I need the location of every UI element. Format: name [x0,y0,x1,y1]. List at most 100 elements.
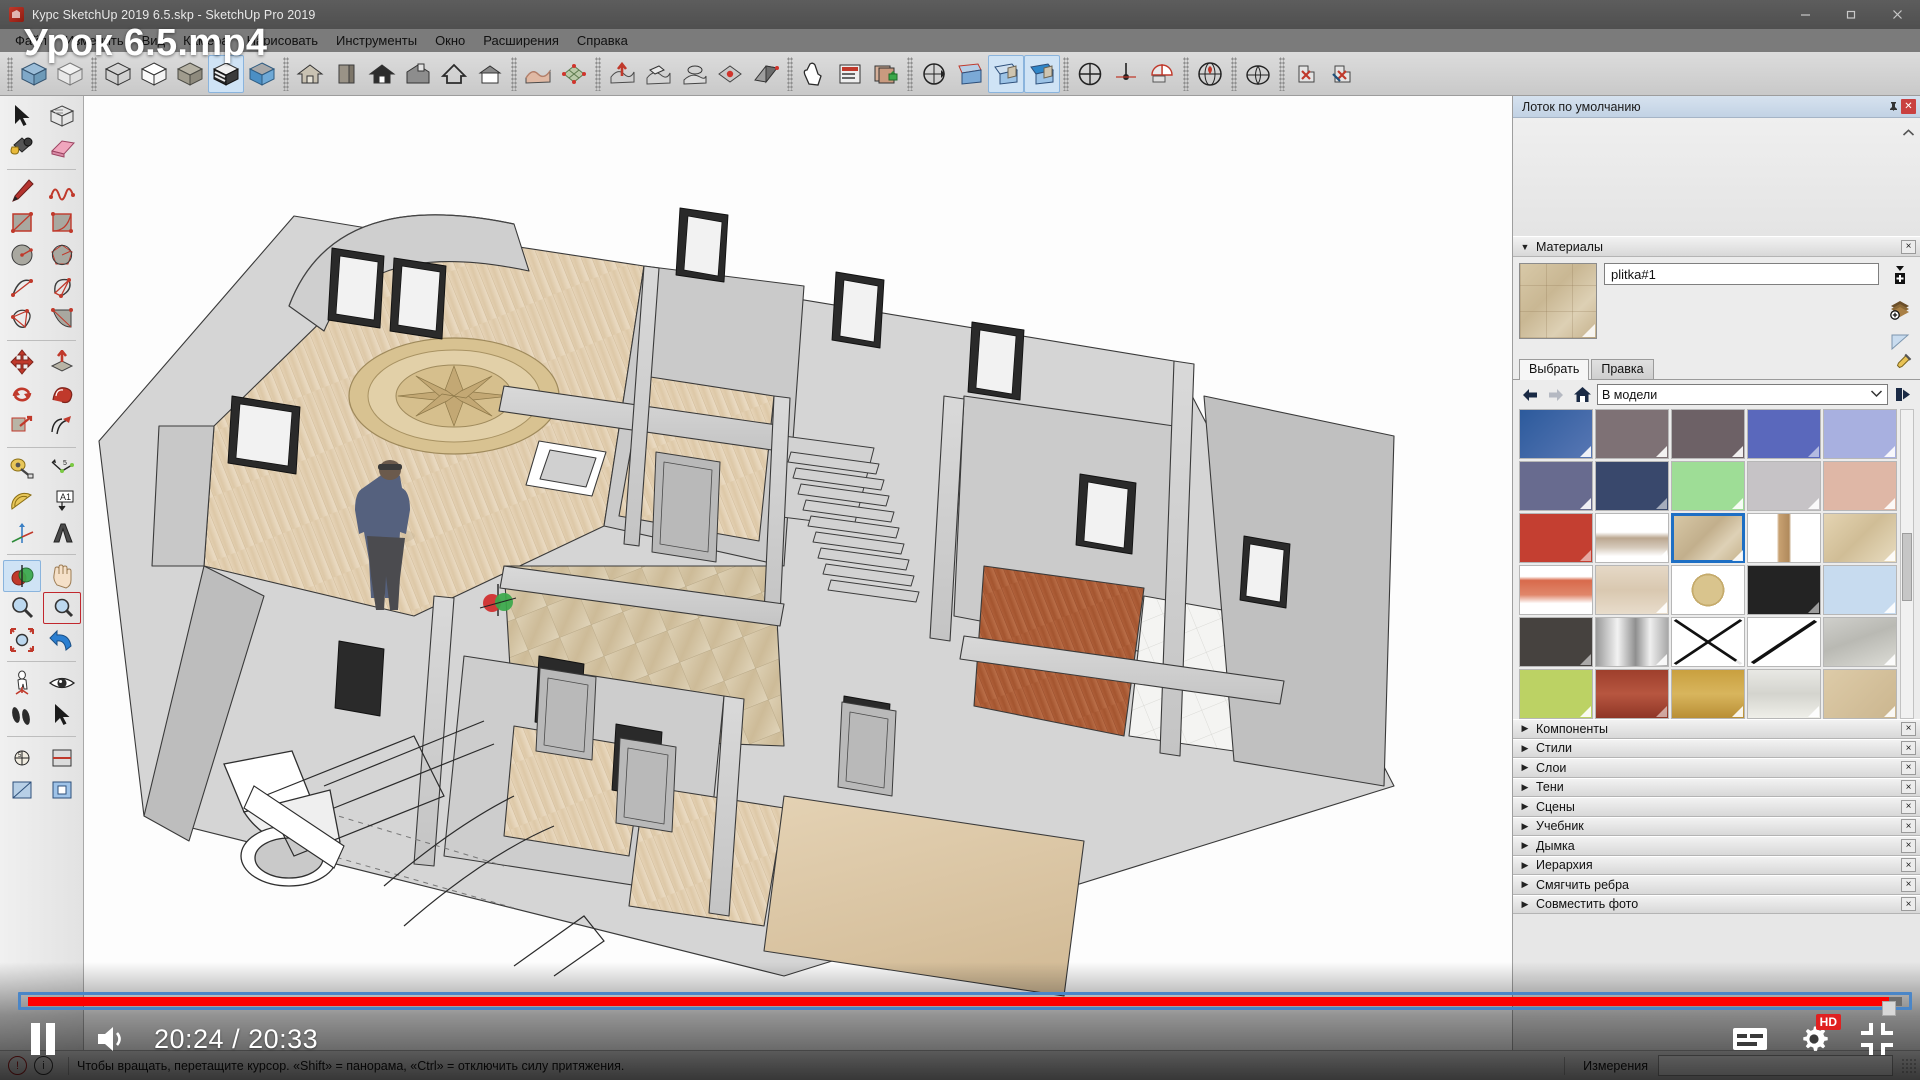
menu-item-7[interactable]: Окно [426,31,474,50]
display-section-planes-icon[interactable] [988,54,1024,93]
tray-panel-совместить-фото[interactable]: ▶ Совместить фото × [1513,894,1920,914]
material-swatch-charcoal[interactable] [1519,617,1593,667]
left-view-icon[interactable] [472,55,508,93]
toolbar-grip-5[interactable] [595,56,601,91]
material-swatch-light-green[interactable] [1671,461,1745,511]
3d-warehouse-icon[interactable] [1240,55,1276,93]
tray-panel-иерархия[interactable]: ▶ Иерархия × [1513,855,1920,875]
material-swatch-navy-blue[interactable] [1595,461,1669,511]
material-swatch-blue-gradient[interactable] [1519,409,1593,459]
panel-close-button[interactable]: × [1901,838,1916,853]
section-cut-icon[interactable] [43,742,81,774]
panel-close-button[interactable]: × [1901,799,1916,814]
polygon-icon[interactable] [43,239,81,271]
position-camera-person-icon[interactable] [3,667,41,699]
display-section-cuts-icon[interactable] [1024,54,1060,93]
tray-panel-дымка[interactable]: ▶ Дымка × [1513,836,1920,856]
panel-close-button[interactable]: × [1901,877,1916,892]
previous-view-icon[interactable] [43,624,81,656]
toolbar-grip-11[interactable] [1279,56,1285,91]
material-swatch-yellow-brick[interactable] [1671,669,1745,719]
eyedropper-icon[interactable] [1893,353,1912,377]
pie-icon[interactable] [43,303,81,335]
move-icon[interactable] [3,346,41,378]
north-tool-icon[interactable] [1108,55,1144,93]
material-swatch-brushed-metal[interactable] [1595,617,1669,667]
materials-panel-header[interactable]: ▼ Материалы × [1513,236,1920,257]
orbit-icon[interactable] [2,560,41,592]
drape-icon[interactable] [676,55,712,93]
arc-icon[interactable] [3,271,41,303]
pushpull-icon[interactable] [43,346,81,378]
material-swatch-diagonal-line[interactable] [1747,617,1821,667]
toolbar-grip-9[interactable] [1183,56,1189,91]
make-component-icon[interactable] [43,100,81,132]
material-swatch-dark-mauve[interactable] [1671,409,1745,459]
minimize-button[interactable] [1782,0,1828,29]
eraser-icon[interactable] [43,132,81,164]
scale-icon[interactable] [3,410,41,442]
top-view-icon[interactable] [364,55,400,93]
exit-fullscreen-button[interactable] [1860,1022,1894,1056]
material-swatch-cross-hatch[interactable] [1671,617,1745,667]
add-location-icon[interactable] [1192,55,1228,93]
menu-item-6[interactable]: Инструменты [327,31,426,50]
component-options-icon[interactable] [832,55,868,93]
offset-icon[interactable] [43,410,81,442]
arrow-right-icon[interactable] [1545,385,1567,405]
section-display-icon[interactable]: 5 [3,742,41,774]
zoom-window-icon[interactable] [42,592,81,624]
materials-tab-2[interactable]: Правка [1591,359,1654,379]
toolbar-grip-7[interactable] [907,56,913,91]
arrow-left-icon[interactable] [1519,385,1541,405]
tape-measure-icon[interactable] [3,453,41,485]
from-scratch-icon[interactable] [556,55,592,93]
library-select[interactable]: В модели [1597,384,1888,405]
circle-icon[interactable] [3,239,41,271]
material-swatch-olive-green[interactable] [1519,669,1593,719]
material-details-icon[interactable] [1888,330,1912,354]
zoom-extents-icon[interactable] [3,624,41,656]
material-swatch-near-black[interactable] [1747,565,1821,615]
tray-panel-учебник[interactable]: ▶ Учебник × [1513,816,1920,836]
tray-panel-тени[interactable]: ▶ Тени × [1513,777,1920,797]
material-swatch-pale-gray[interactable] [1747,461,1821,511]
sample-paint-icon[interactable] [1888,297,1912,321]
three-point-arc-icon[interactable] [3,303,41,335]
home-icon[interactable] [1571,385,1593,405]
material-swatch-white-brick[interactable] [1747,669,1821,719]
tray-close-icon[interactable]: ✕ [1901,99,1916,114]
front-view-icon[interactable] [328,55,364,93]
chevron-up-icon[interactable] [1902,128,1915,141]
walk-feet-icon[interactable] [3,699,41,731]
component-attributes-icon[interactable] [868,55,904,93]
toolbar-grip-6[interactable] [787,56,793,91]
toolbar-grip-4[interactable] [511,56,517,91]
material-name-input[interactable] [1604,263,1879,285]
material-preview-swatch[interactable] [1519,263,1597,339]
pan-hand-icon[interactable] [43,560,81,592]
panel-close-button[interactable]: × [1901,819,1916,834]
select-arrow-icon[interactable] [3,100,41,132]
line-pencil-icon[interactable] [3,175,41,207]
create-material-icon[interactable] [1888,264,1912,288]
progress-track[interactable] [28,997,1902,1016]
freehand-icon[interactable] [43,175,81,207]
tray-panel-сцены[interactable]: ▶ Сцены × [1513,797,1920,817]
material-swatch-beige-stone[interactable] [1823,513,1897,563]
back-view-icon[interactable] [436,55,472,93]
material-swatch-brick-red[interactable] [1519,513,1593,563]
pause-button[interactable] [26,1019,60,1059]
material-swatch-light-parquet[interactable] [1595,565,1669,615]
protractor-icon[interactable] [3,485,41,517]
maximize-button[interactable] [1828,0,1874,29]
solar-north-icon[interactable] [1072,55,1108,93]
menu-item-9[interactable]: Справка [568,31,637,50]
details-arrow-icon[interactable] [1892,385,1914,405]
toolbar-grip-3[interactable] [283,56,289,91]
material-swatch-dusty-rose[interactable] [1823,461,1897,511]
rectangle-icon[interactable] [3,207,41,239]
subtitles-button[interactable] [1732,1025,1768,1053]
dimension-icon[interactable]: 5 [43,453,81,485]
rotated-rectangle-icon[interactable] [43,207,81,239]
